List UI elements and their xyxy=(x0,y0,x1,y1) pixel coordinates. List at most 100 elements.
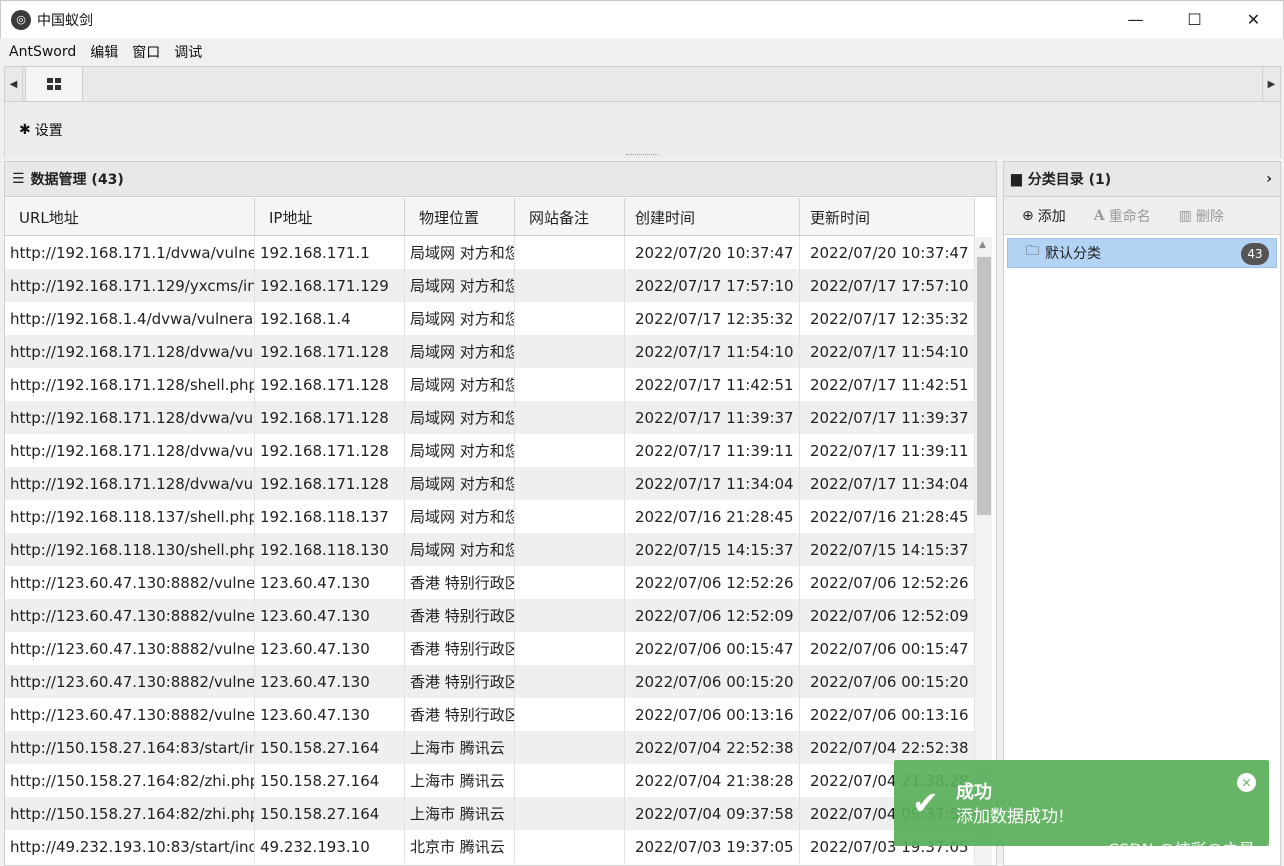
cell-url: http://192.168.171.129/yxcms/index xyxy=(5,269,255,302)
table-row[interactable]: http://192.168.171.128/dvwa/vulnerabilit… xyxy=(5,335,975,368)
toast-close-icon[interactable]: ✕ xyxy=(1237,773,1256,792)
scroll-up-icon[interactable]: ▲ xyxy=(979,240,986,250)
column-note[interactable]: 网站备注 xyxy=(515,198,625,236)
table-row[interactable]: http://192.168.118.137/shell.php 192.168.… xyxy=(5,500,975,533)
table-row[interactable]: http://192.168.171.128/dvwa/vulnerabilit… xyxy=(5,434,975,467)
cell-location: 香港 特别行政区 xyxy=(405,632,515,665)
column-ip[interactable]: IP地址 xyxy=(255,198,405,236)
cell-created: 2022/07/04 21:38:28 xyxy=(625,764,800,797)
data-panel-title: 数据管理 (43) xyxy=(30,172,124,188)
delete-category-button[interactable]: ▥ 删除 xyxy=(1179,206,1224,226)
delete-category-label: 删除 xyxy=(1195,208,1224,225)
category-panel-title: 分类目录 (1) xyxy=(1027,172,1112,188)
menu-window[interactable]: 窗口 xyxy=(125,42,167,62)
menu-debug[interactable]: 调试 xyxy=(167,42,209,62)
cell-updated: 2022/07/17 12:35:32 xyxy=(800,302,975,335)
category-item-default[interactable]: 🗀 默认分类 43 xyxy=(1007,238,1277,268)
scroll-thumb[interactable] xyxy=(977,257,991,515)
cell-ip: 192.168.118.130 xyxy=(255,533,405,566)
table-header: URL地址 IP地址 物理位置 网站备注 创建时间 更新时间 xyxy=(5,198,975,236)
cell-ip: 192.168.171.1 xyxy=(255,236,405,269)
list-icon: ☰ xyxy=(12,171,25,187)
table-row[interactable]: http://49.232.193.10:83/start/index 49.23… xyxy=(5,830,975,863)
column-url[interactable]: URL地址 xyxy=(5,198,255,236)
cell-ip: 192.168.171.128 xyxy=(255,335,405,368)
menu-edit[interactable]: 编辑 xyxy=(83,42,125,62)
toast-message: 添加数据成功! xyxy=(956,807,1065,827)
table-row[interactable]: http://192.168.171.128/dvwa/vulnerabilit… xyxy=(5,401,975,434)
cell-updated: 2022/07/16 21:28:45 xyxy=(800,500,975,533)
window-controls: — ☐ ✕ xyxy=(1106,1,1283,39)
cell-updated: 2022/07/15 14:15:37 xyxy=(800,533,975,566)
cell-ip: 123.60.47.130 xyxy=(255,566,405,599)
cell-url: http://123.60.47.130:8882/vulnerabilitie… xyxy=(5,599,255,632)
cell-ip: 192.168.171.128 xyxy=(255,401,405,434)
cell-note xyxy=(515,500,625,533)
column-created[interactable]: 创建时间 xyxy=(625,198,800,236)
cell-created: 2022/07/17 12:35:32 xyxy=(625,302,800,335)
table-row[interactable]: http://123.60.47.130:8882/vulnerabilitie… xyxy=(5,566,975,599)
table-row[interactable]: http://150.158.27.164:82/zhi.php 150.158.… xyxy=(5,797,975,830)
table-row[interactable]: http://192.168.171.1/dvwa/vulnerabilitie… xyxy=(5,236,975,269)
table-row[interactable]: http://150.158.27.164:82/zhi.php 150.158.… xyxy=(5,764,975,797)
table-row[interactable]: http://192.168.171.128/dvwa/vulnerabilit… xyxy=(5,467,975,500)
cell-location: 香港 特别行政区 xyxy=(405,599,515,632)
rename-category-button[interactable]: A 重命名 xyxy=(1094,206,1151,226)
cell-created: 2022/07/06 00:15:47 xyxy=(625,632,800,665)
cell-updated: 2022/07/06 00:15:20 xyxy=(800,665,975,698)
cell-created: 2022/07/04 09:37:58 xyxy=(625,797,800,830)
cell-note xyxy=(515,632,625,665)
cell-url: http://192.168.1.4/dvwa/vulnerabilities xyxy=(5,302,255,335)
cell-url: http://150.158.27.164:83/start/index xyxy=(5,731,255,764)
cell-updated: 2022/07/06 12:52:09 xyxy=(800,599,975,632)
table-row[interactable]: http://192.168.171.128/shell.php 192.168.… xyxy=(5,368,975,401)
chevron-right-icon[interactable]: › xyxy=(1266,171,1272,187)
column-updated[interactable]: 更新时间 xyxy=(800,198,975,236)
cell-created: 2022/07/17 17:57:10 xyxy=(625,269,800,302)
panel-splitter[interactable] xyxy=(626,154,658,157)
cell-location: 香港 特别行政区 xyxy=(405,566,515,599)
gear-icon: ✱ xyxy=(19,122,31,138)
cell-ip: 192.168.171.128 xyxy=(255,467,405,500)
column-location[interactable]: 物理位置 xyxy=(405,198,515,236)
cell-url: http://192.168.171.1/dvwa/vulnerabilitie… xyxy=(5,236,255,269)
check-icon: ✔ xyxy=(912,784,939,822)
maximize-button[interactable]: ☐ xyxy=(1165,1,1224,39)
cell-updated: 2022/07/06 12:52:26 xyxy=(800,566,975,599)
cell-ip: 49.232.193.10 xyxy=(255,830,405,863)
cell-url: http://192.168.171.128/dvwa/vulnerabilit… xyxy=(5,467,255,500)
success-toast: ✔ 成功 添加数据成功! ✕ xyxy=(894,760,1269,846)
menu-antsword[interactable]: AntSword xyxy=(2,44,83,60)
tab-home[interactable] xyxy=(25,66,83,101)
trash-icon: ▥ xyxy=(1178,207,1192,224)
table-row[interactable]: http://192.168.1.4/dvwa/vulnerabilities1… xyxy=(5,302,975,335)
close-button[interactable]: ✕ xyxy=(1224,1,1283,39)
tab-scroll-left-icon[interactable]: ◀ xyxy=(5,67,23,101)
cell-ip: 123.60.47.130 xyxy=(255,698,405,731)
tab-strip: ◀ ▶ xyxy=(4,66,1281,102)
cell-location: 局域网 对方和您 xyxy=(405,434,515,467)
minimize-button[interactable]: — xyxy=(1106,1,1165,39)
cell-note xyxy=(515,830,625,863)
cell-created: 2022/07/17 11:34:04 xyxy=(625,467,800,500)
table-row[interactable]: http://123.60.47.130:8882/vulnerabilitie… xyxy=(5,665,975,698)
table-row[interactable]: http://123.60.47.130:8882/vulnerabilitie… xyxy=(5,599,975,632)
table-row[interactable]: http://192.168.171.129/yxcms/index192.16… xyxy=(5,269,975,302)
settings-button[interactable]: ✱ 设置 xyxy=(19,120,63,140)
table-row[interactable]: http://192.168.118.130/shell.php 192.168.… xyxy=(5,533,975,566)
toast-title: 成功 xyxy=(956,782,992,803)
cell-url: http://123.60.47.130:8882/vulnerabilitie… xyxy=(5,665,255,698)
add-category-button[interactable]: ⊕ 添加 xyxy=(1022,206,1066,226)
cell-created: 2022/07/17 11:39:11 xyxy=(625,434,800,467)
cell-url: http://123.60.47.130:8882/vulnerabilitie… xyxy=(5,566,255,599)
tab-scroll-right-icon[interactable]: ▶ xyxy=(1262,67,1280,101)
table-row[interactable]: http://123.60.47.130:8882/vulnerabilitie… xyxy=(5,632,975,665)
cell-created: 2022/07/17 11:42:51 xyxy=(625,368,800,401)
cell-note xyxy=(515,302,625,335)
table-body: http://192.168.171.1/dvwa/vulnerabilitie… xyxy=(5,236,975,863)
font-icon: A xyxy=(1093,207,1105,224)
cell-url: http://192.168.171.128/shell.php xyxy=(5,368,255,401)
table-row[interactable]: http://123.60.47.130:8882/vulnerabilitie… xyxy=(5,698,975,731)
cell-location: 局域网 对方和您 xyxy=(405,368,515,401)
table-row[interactable]: http://150.158.27.164:83/start/index150.… xyxy=(5,731,975,764)
